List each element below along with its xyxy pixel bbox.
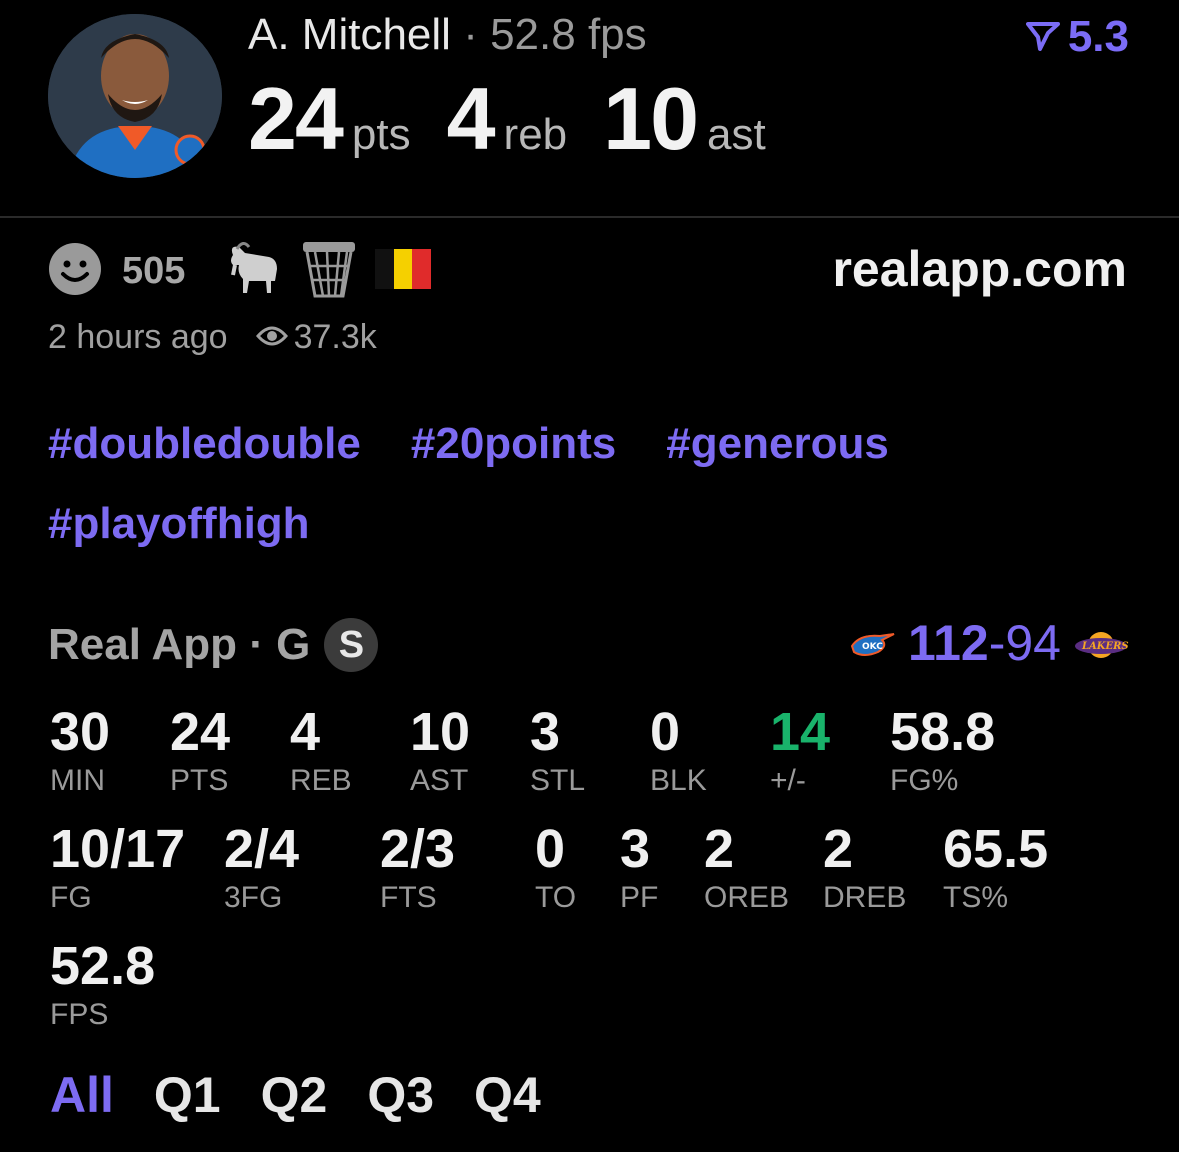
stat-stl: 3 STL	[530, 702, 586, 797]
divider	[0, 216, 1179, 218]
eye-icon	[255, 318, 288, 357]
tab-q4[interactable]: Q4	[474, 1066, 541, 1124]
source-line: Real App · G S	[48, 618, 379, 672]
stat-ts-pct: 65.5 TS%	[943, 819, 1049, 914]
stat-ast: 10 AST	[410, 702, 471, 797]
rebounds-value: 4	[446, 69, 496, 168]
lakers-logo-icon: LAKERS	[1073, 614, 1129, 672]
source-badge[interactable]: S	[324, 618, 379, 672]
hashtag-list: #doubledouble #20points #generous #playo…	[48, 418, 1128, 550]
player-avatar[interactable]	[48, 14, 222, 178]
post-meta: 2 hours ago 37.3k	[48, 318, 377, 357]
stat-dreb: 2 DREB	[823, 819, 907, 914]
views: 37.3k	[255, 318, 377, 357]
svg-text:LAKERS: LAKERS	[1081, 641, 1129, 652]
stat-pts: 24 PTS	[170, 702, 231, 797]
rating-arrow-icon	[1025, 12, 1060, 62]
player-name[interactable]: A. Mitchell	[248, 10, 451, 59]
points-unit: pts	[351, 110, 411, 159]
assists-value: 10	[603, 69, 699, 168]
player-headline: A. Mitchell · 52.8 fps	[248, 10, 647, 60]
stat-blk: 0 BLK	[650, 702, 707, 797]
tab-q1[interactable]: Q1	[154, 1066, 221, 1124]
hashtag[interactable]: #doubledouble	[48, 418, 361, 470]
stat-fps: 52.8 FPS	[50, 936, 156, 1031]
rebounds-unit: reb	[503, 110, 568, 159]
tab-q3[interactable]: Q3	[367, 1066, 434, 1124]
hashtag[interactable]: #playoffhigh	[48, 498, 310, 550]
reaction-bar: 505	[48, 240, 432, 303]
stat-fts: 2/3 FTS	[380, 819, 456, 914]
stat-oreb: 2 OREB	[704, 819, 790, 914]
rating-value: 5.3	[1067, 12, 1129, 61]
opponent-score: 94	[1005, 615, 1061, 671]
hashtag[interactable]: #20points	[411, 418, 616, 470]
stat-fg: 10/17 FG	[50, 819, 186, 914]
basketball-hoop-icon[interactable]	[301, 240, 357, 303]
svg-text:OKC: OKC	[862, 642, 883, 652]
stat-pf: 3 PF	[620, 819, 659, 914]
stat-fg-pct: 58.8 FG%	[890, 702, 996, 797]
team-score: 112	[908, 615, 989, 671]
assists-unit: ast	[707, 110, 766, 159]
stat-plus-minus: 14 +/-	[770, 702, 831, 797]
stat-min: 30 MIN	[50, 702, 111, 797]
okc-logo-icon: OKC	[850, 614, 896, 672]
goat-icon[interactable]	[225, 241, 283, 302]
points-value: 24	[248, 69, 344, 168]
separator: ·	[463, 10, 478, 59]
stat-3fg: 2/4 3FG	[224, 819, 300, 914]
timestamp: 2 hours ago	[48, 318, 228, 356]
hashtag[interactable]: #generous	[666, 418, 889, 470]
rating-badge[interactable]: 5.3	[1025, 12, 1129, 62]
belgium-flag-icon[interactable]	[375, 249, 432, 294]
period-tabs: All Q1 Q2 Q3 Q4	[50, 1066, 541, 1124]
source-label: Real App · G	[48, 620, 311, 669]
tab-q2[interactable]: Q2	[261, 1066, 328, 1124]
view-count: 37.3k	[293, 318, 377, 356]
stat-reb: 4 REB	[290, 702, 352, 797]
headline-stats: 24 pts 4 reb 10 ast	[248, 68, 802, 170]
tab-all[interactable]: All	[50, 1066, 114, 1124]
smiley-icon[interactable]	[48, 242, 102, 301]
reaction-count[interactable]: 505	[122, 250, 185, 293]
fps-text: 52.8 fps	[490, 10, 647, 59]
stat-to: 0 TO	[535, 819, 577, 914]
site-link[interactable]: realapp.com	[832, 240, 1127, 298]
game-score[interactable]: OKC 112-94 LAKERS	[850, 614, 1129, 672]
score-dash: -	[988, 615, 1006, 671]
